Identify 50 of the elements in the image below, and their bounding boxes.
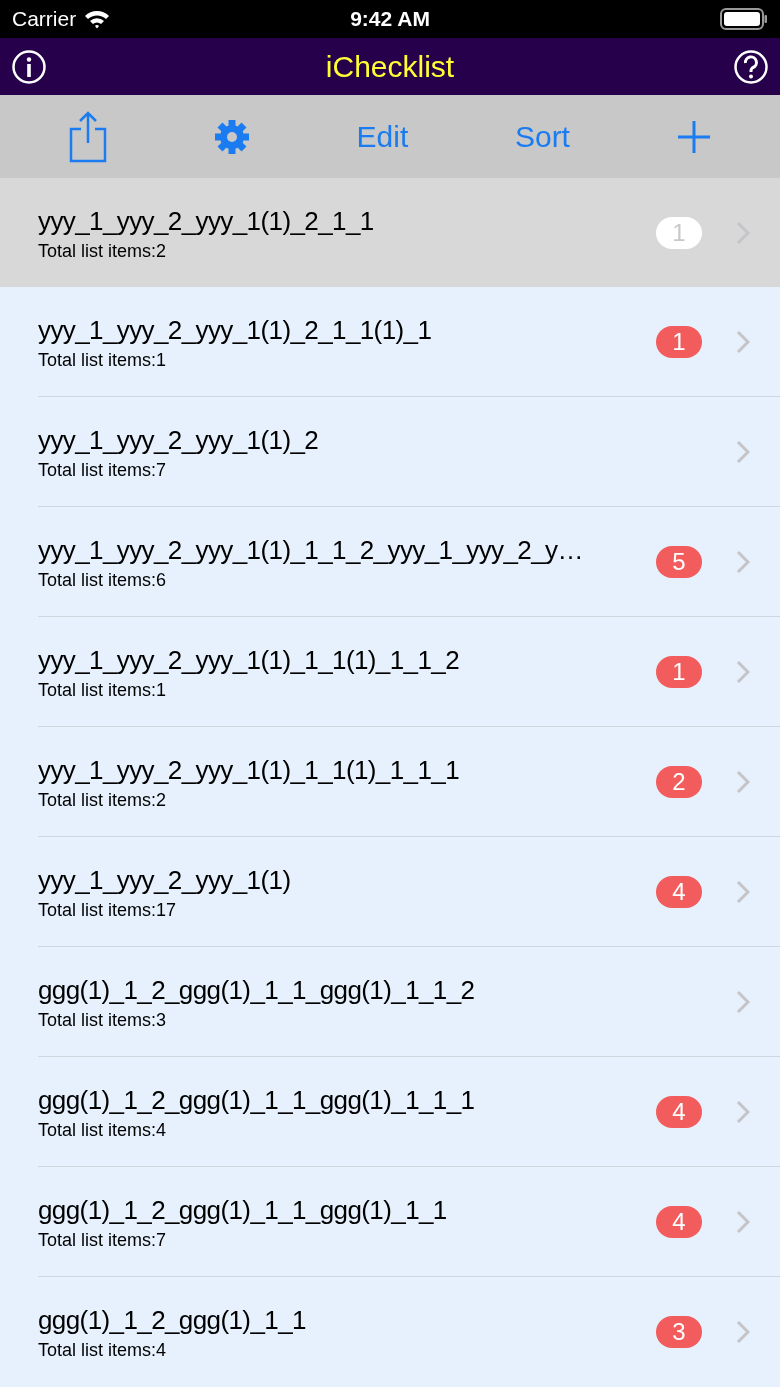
list-title: yyy_1_yyy_2_yyy_1(1)_2 [38,423,320,457]
list-title: yyy_1_yyy_2_yyy_1(1)_2_1_1(1)_1 [38,313,433,347]
list-item-count: Total list items:7 [38,458,168,482]
chevron-icon [736,329,750,354]
wifi-icon [84,9,111,29]
list-title: ggg(1)_1_2_ggg(1)_1_1_ggg(1)_1_1_2 [38,973,476,1007]
chevron-icon [736,659,750,684]
list-item-count: Total list items:17 [38,898,178,922]
chevron-icon [736,439,750,464]
list-item-count: Total list items:4 [38,1118,168,1142]
list-item-count: Total list items:6 [38,568,168,592]
chevron-icon [736,549,750,574]
list-item-count: Total list items:1 [38,348,168,372]
list-title: yyy_1_yyy_2_yyy_1(1)_2_1_1 [38,204,375,238]
list-title: yyy_1_yyy_2_yyy_1(1)_1_1(1)_1_1_2 [38,643,461,677]
chevron-icon [736,769,750,794]
list-title: yyy_1_yyy_2_yyy_1(1)_1_1_2_yyy_1_yyy_2_y… [38,533,584,567]
list-item-count: Total list items:7 [38,1228,168,1252]
count-badge: 4 [656,875,702,908]
info-icon[interactable] [12,49,46,84]
carrier-label: Carrier [12,6,77,33]
list-item-count: Total list items:3 [38,1008,168,1032]
chevron-icon [736,989,750,1014]
count-badge: 4 [656,1095,702,1128]
list-title: yyy_1_yyy_2_yyy_1(1) [38,863,292,897]
battery-icon [720,8,768,30]
clock: 9:42 AM [350,6,430,33]
chevron-icon [736,879,750,904]
list-item-count: Total list items:2 [38,239,168,263]
settings-icon[interactable] [213,118,250,155]
help-icon[interactable] [734,49,768,84]
list-title: ggg(1)_1_2_ggg(1)_1_1_ggg(1)_1_1_1 [38,1083,476,1117]
count-badge: 3 [656,1315,702,1348]
list-item-count: Total list items:1 [38,678,168,702]
count-badge: 5 [656,545,702,578]
list-title: yyy_1_yyy_2_yyy_1(1)_1_1(1)_1_1_1 [38,753,461,787]
list-item-count: Total list items:2 [38,788,168,812]
count-badge: 1 [656,655,702,688]
chevron-icon [736,1319,750,1344]
count-badge: 2 [656,765,702,798]
app-title: iChecklist [325,49,455,85]
list-title: ggg(1)_1_2_ggg(1)_1_1_ggg(1)_1_1 [38,1193,448,1227]
chevron-icon [736,1099,750,1124]
list-title: ggg(1)_1_2_ggg(1)_1_1 [38,1303,307,1337]
share-icon[interactable] [69,110,108,163]
count-badge: 4 [656,1205,702,1238]
count-badge: 1 [656,325,702,358]
list-item-count: Total list items:4 [38,1338,168,1362]
add-icon[interactable] [676,119,711,154]
chevron-icon [736,1209,750,1234]
